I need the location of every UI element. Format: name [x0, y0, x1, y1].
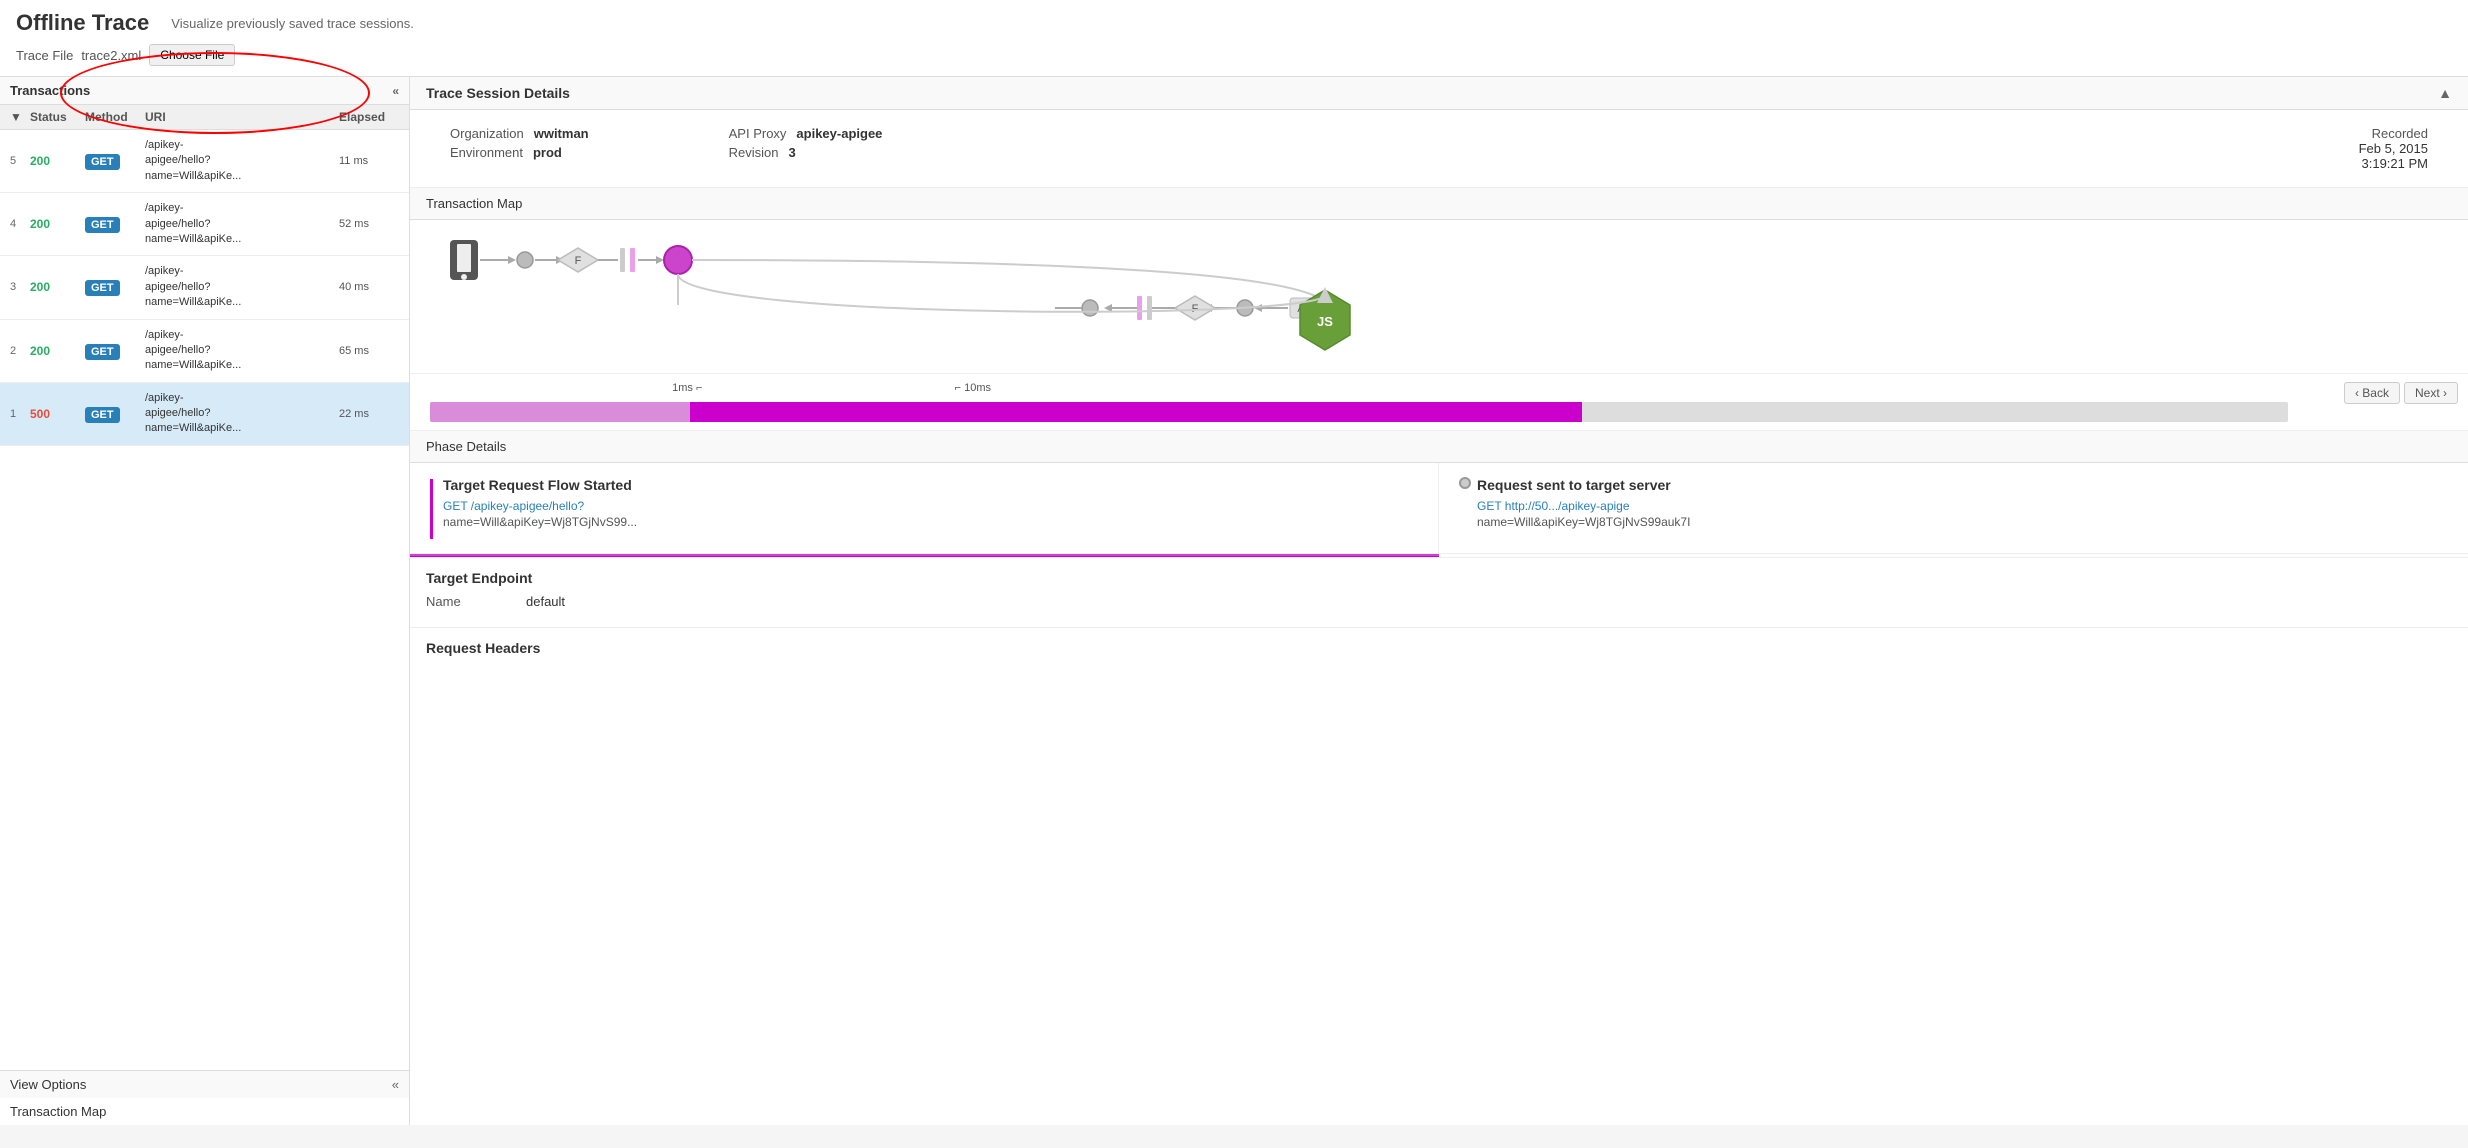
environment-value: prod [533, 145, 562, 160]
recorded-time: 3:19:21 PM [2359, 156, 2428, 171]
collapse-button[interactable]: « [392, 84, 399, 98]
choose-file-button[interactable]: Choose File [149, 44, 235, 66]
trace-file-name: trace2.xml [81, 48, 141, 63]
phase1-title: Target Request Flow Started [443, 477, 637, 493]
phase2-link[interactable]: GET http://50.../apikey-apige [1477, 499, 1690, 513]
phase2-title: Request sent to target server [1477, 477, 1690, 493]
col-elapsed-header: Elapsed [339, 110, 399, 124]
recorded-date: Feb 5, 2015 [2359, 141, 2428, 156]
table-row[interactable]: 4 200 GET /apikey-apigee/hello?name=Will… [0, 193, 409, 256]
page-subtitle: Visualize previously saved trace session… [171, 16, 414, 31]
api-proxy-label: API Proxy [729, 126, 787, 141]
view-options-label: View Options [10, 1077, 86, 1092]
phase1-link[interactable]: GET /apikey-apigee/hello? [443, 499, 637, 513]
col-status-header: Status [30, 110, 85, 124]
col-num-header: ▼ [10, 110, 30, 124]
transactions-label: Transactions [10, 83, 90, 98]
next-button[interactable]: Next › [2404, 382, 2458, 404]
view-options-collapse[interactable]: « [392, 1077, 399, 1092]
back-button[interactable]: ‹ Back [2344, 382, 2400, 404]
table-row[interactable]: 3 200 GET /apikey-apigee/hello?name=Will… [0, 256, 409, 319]
trace-session-details-label: Trace Session Details [426, 85, 570, 101]
api-proxy-value: apikey-apigee [796, 126, 882, 141]
request-headers-label: Request Headers [426, 640, 2452, 656]
trace-file-label: Trace File [16, 48, 73, 63]
organization-value: wwitman [534, 126, 589, 141]
timeline-label-1ms: 1ms ⌐ [672, 382, 702, 394]
phase1-text: name=Will&apiKey=Wj8TGjNvS99... [443, 515, 637, 529]
name-label: Name [426, 594, 506, 609]
table-row[interactable]: 2 200 GET /apikey-apigee/hello?name=Will… [0, 320, 409, 383]
name-value: default [526, 594, 565, 609]
organization-label: Organization [450, 126, 524, 141]
table-row[interactable]: 1 500 GET /apikey-apigee/hello?name=Will… [0, 383, 409, 446]
revision-label: Revision [729, 145, 779, 160]
environment-label: Environment [450, 145, 523, 160]
col-uri-header: URI [145, 110, 339, 124]
transaction-map-label: Transaction Map [426, 196, 522, 211]
phase-card-1: Target Request Flow Started GET /apikey-… [410, 463, 1439, 553]
phase-details-label: Phase Details [426, 439, 506, 454]
svg-text:JS: JS [1317, 314, 1333, 329]
phase-card-2: Request sent to target server GET http:/… [1439, 463, 2468, 553]
svg-text:F: F [575, 255, 582, 267]
target-endpoint-label: Target Endpoint [426, 570, 2452, 586]
transaction-map-option: Transaction Map [10, 1104, 106, 1119]
col-method-header: Method [85, 110, 145, 124]
recorded-label: Recorded [2372, 126, 2428, 141]
phase-dot [1459, 477, 1471, 489]
timeline-label-10ms: ⌐ 10ms [955, 382, 991, 394]
phase2-text: name=Will&apiKey=Wj8TGjNvS99auk7I [1477, 515, 1690, 529]
revision-value: 3 [788, 145, 795, 160]
collapse-right-icon[interactable]: ▲ [2438, 85, 2452, 101]
flow-diagram: F [430, 230, 2448, 360]
page-title: Offline Trace [16, 10, 149, 36]
table-row[interactable]: 5 200 GET /apikey-apigee/hello?name=Will… [0, 130, 409, 193]
